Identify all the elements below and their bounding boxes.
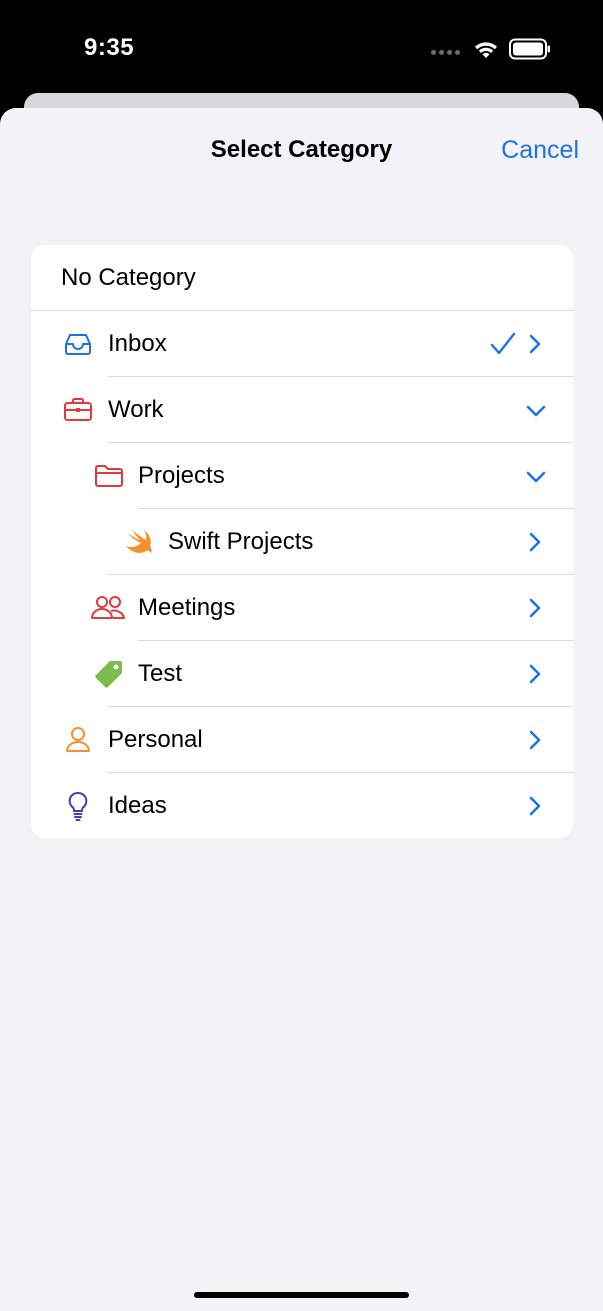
category-label: Personal [108,726,203,753]
category-row-ideas[interactable]: Ideas [31,773,573,838]
folder-icon [95,465,123,487]
chevron-right-icon[interactable] [527,663,543,685]
chevron-right-icon[interactable] [527,729,543,751]
category-list: No Category Inbox Work Projects Swift Pr… [31,245,573,838]
category-row-no-category[interactable]: No Category [31,245,573,311]
category-label: Inbox [108,330,167,357]
swift-icon [126,529,152,553]
chevron-right-icon[interactable] [527,333,543,355]
chevron-down-icon[interactable] [525,469,547,485]
battery-icon [509,38,550,60]
cancel-button[interactable]: Cancel [501,136,579,165]
tray-icon [65,334,91,355]
person-icon [66,727,90,752]
status-bar: 9:35 [0,0,603,95]
category-row-test[interactable]: Test [31,641,573,707]
category-label: Meetings [138,594,236,621]
briefcase-icon [64,398,92,421]
cellular-signal-icon [431,50,460,55]
category-row-meetings[interactable]: Meetings [31,575,573,641]
checkmark-icon [490,332,516,355]
category-label: Projects [138,462,225,489]
category-row-personal[interactable]: Personal [31,707,573,773]
category-row-projects[interactable]: Projects [31,443,573,509]
category-label: No Category [61,264,196,291]
category-row-swift-projects[interactable]: Swift Projects [31,509,573,575]
category-label: Ideas [108,792,167,819]
category-label: Swift Projects [168,528,314,555]
chevron-down-icon[interactable] [525,403,547,419]
chevron-right-icon[interactable] [527,597,543,619]
lightbulb-icon [68,792,88,821]
category-label: Test [138,660,183,687]
people-icon [91,596,125,619]
chevron-right-icon[interactable] [527,795,543,817]
chevron-right-icon[interactable] [527,531,543,553]
wifi-icon [475,42,497,58]
home-indicator[interactable] [194,1292,409,1298]
category-row-work[interactable]: Work [31,377,573,443]
tag-icon [95,661,122,688]
category-row-inbox[interactable]: Inbox [31,311,573,377]
category-label: Work [108,396,164,423]
status-time: 9:35 [84,34,135,61]
